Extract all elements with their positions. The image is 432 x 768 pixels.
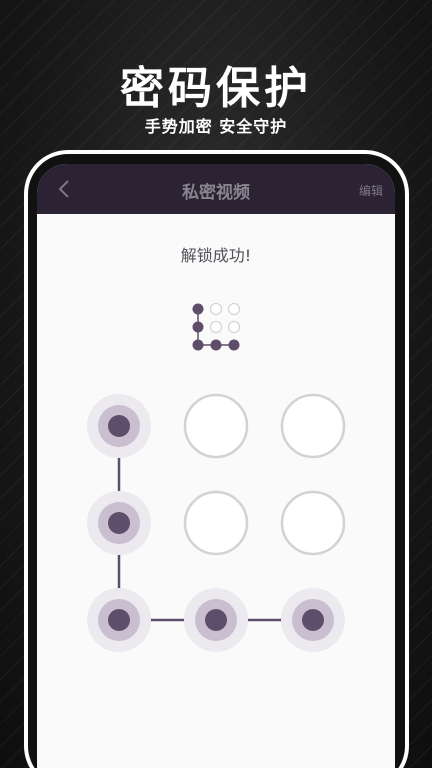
phone-screen: 私密视频 编辑 解锁成功! bbox=[37, 164, 395, 768]
pattern-node-8[interactable] bbox=[184, 588, 248, 652]
pattern-node-7[interactable] bbox=[87, 588, 151, 652]
pattern-node-4[interactable] bbox=[87, 491, 151, 555]
pattern-node-6[interactable] bbox=[280, 490, 346, 556]
pattern-node-1[interactable] bbox=[87, 394, 151, 458]
hero-title: 密码保护 bbox=[120, 63, 312, 114]
pattern-node-2[interactable] bbox=[183, 393, 249, 459]
hero-subtitle: 手势加密 安全守护 bbox=[144, 117, 288, 136]
pattern-lock-grid bbox=[87, 393, 346, 652]
pattern-node-5[interactable] bbox=[183, 490, 249, 556]
pattern-node-3[interactable] bbox=[280, 393, 346, 459]
pattern-node-9[interactable] bbox=[281, 588, 345, 652]
